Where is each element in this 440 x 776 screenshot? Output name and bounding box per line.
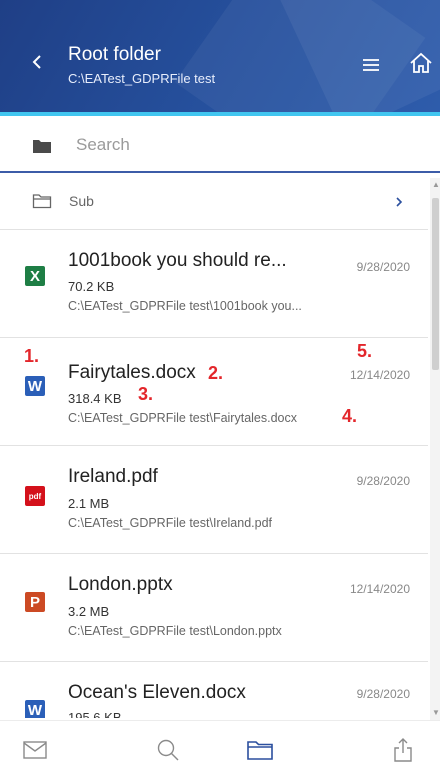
file-row[interactable]: W Ocean's Eleven.docx 195.6 KB 9/28/2020 (0, 662, 428, 718)
file-size: 3.2 MB (68, 604, 110, 619)
nav-mail-button[interactable] (15, 733, 55, 767)
page-title: Root folder (68, 44, 161, 65)
scrollbar-thumb[interactable] (432, 198, 439, 370)
file-size: 2.1 MB (68, 496, 110, 511)
annotation-marker-4: 4. (342, 406, 358, 426)
folder-icon (247, 741, 273, 760)
word-icon: W (25, 700, 45, 718)
annotation-marker-2: 2. (208, 363, 224, 383)
nav-files-button[interactable] (240, 733, 280, 767)
scroll-up-arrow-icon[interactable]: ▲ (432, 180, 440, 189)
share-icon (394, 738, 412, 762)
file-name: 1001book you should re... (68, 250, 287, 271)
file-name: Ireland.pdf (68, 466, 158, 487)
file-date: 9/28/2020 (356, 474, 410, 488)
file-path: C:\EATest_GDPRFile test\Fairytales.docx (68, 411, 298, 425)
file-name: Ocean's Eleven.docx (68, 682, 246, 703)
pdf-icon: pdf (25, 486, 45, 506)
nav-search-button[interactable] (148, 733, 188, 767)
file-date: 12/14/2020 (349, 582, 410, 596)
annotation-marker-5: 5. (357, 341, 373, 361)
file-size: 195.6 KB (68, 710, 122, 718)
word-icon: W (25, 376, 45, 396)
file-path: C:\EATest_GDPRFile test\Ireland.pdf (68, 516, 273, 530)
file-date: 9/28/2020 (356, 687, 410, 701)
file-name: Fairytales.docx (68, 362, 196, 383)
mail-icon (23, 741, 47, 759)
chevron-left-icon (32, 55, 41, 69)
nav-share-button[interactable] (383, 733, 423, 767)
file-path: C:\EATest_GDPRFile test\1001book you... (68, 299, 302, 313)
hamburger-menu-icon (363, 59, 379, 71)
folder-path: C:\EATest_GDPRFile test (68, 71, 216, 86)
home-button[interactable] (408, 50, 434, 76)
app-header: Root folder C:\EATest_GDPRFile test (0, 0, 440, 112)
menu-button[interactable] (360, 54, 384, 76)
file-size: 70.2 KB (68, 279, 115, 294)
file-name: London.pptx (68, 574, 173, 595)
file-row[interactable]: P London.pptx 3.2 MB C:\EATest_GDPRFile … (0, 554, 428, 662)
search-icon (157, 739, 179, 761)
annotation-marker-3: 3. (138, 384, 154, 404)
back-button[interactable] (26, 48, 50, 76)
search-bar (0, 116, 440, 173)
file-list: X 1001book you should re... 70.2 KB C:\E… (0, 230, 428, 718)
file-row[interactable]: pdf Ireland.pdf 2.1 MB C:\EATest_GDPRFil… (0, 446, 428, 554)
folder-icon (33, 140, 51, 153)
powerpoint-icon: P (25, 592, 45, 612)
chevron-right-icon (396, 197, 403, 207)
excel-icon: X (25, 266, 45, 286)
subfolder-row[interactable]: Sub (0, 175, 428, 230)
file-path: C:\EATest_GDPRFile test\London.pptx (68, 624, 282, 638)
folder-outline-icon (32, 194, 52, 209)
search-input[interactable] (76, 131, 416, 159)
scroll-down-arrow-icon[interactable]: ▼ (432, 708, 440, 717)
file-size: 318.4 KB (68, 391, 122, 406)
annotation-marker-1: 1. (24, 346, 40, 366)
bottom-navigation (0, 720, 440, 776)
file-row[interactable]: X 1001book you should re... 70.2 KB C:\E… (0, 230, 428, 338)
home-icon (410, 52, 432, 73)
file-date: 12/14/2020 (349, 368, 410, 382)
file-date: 9/28/2020 (356, 260, 410, 274)
subfolder-label: Sub (69, 193, 94, 209)
